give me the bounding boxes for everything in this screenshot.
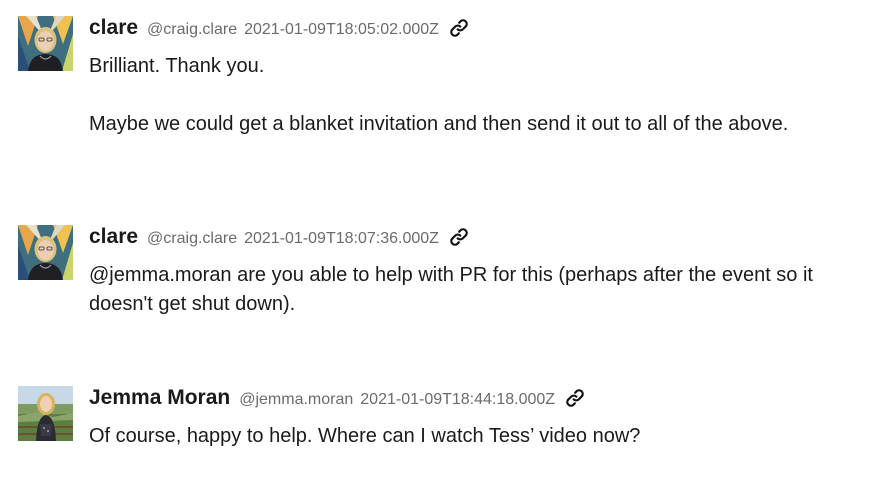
message-item: clare @craig.clare 2021-01-09T18:07:36.0… (18, 225, 868, 319)
author-name[interactable]: clare (89, 225, 138, 249)
message-content: Jemma Moran @jemma.moran 2021-01-09T18:4… (89, 386, 868, 451)
message-header: clare @craig.clare 2021-01-09T18:07:36.0… (89, 225, 868, 249)
avatar-image (18, 386, 73, 441)
avatar-clare[interactable] (18, 16, 73, 71)
message-paragraph: Maybe we could get a blanket invitation … (89, 113, 789, 135)
message-item: clare @craig.clare 2021-01-09T18:05:02.0… (18, 16, 868, 139)
message-paragraph: @jemma.moran are you able to help with P… (89, 264, 813, 315)
message-body: @jemma.moran are you able to help with P… (89, 261, 868, 319)
author-handle[interactable]: @craig.clare (147, 21, 237, 39)
author-handle[interactable]: @craig.clare (147, 230, 237, 248)
link-icon[interactable] (564, 387, 586, 409)
link-icon[interactable] (448, 17, 470, 39)
message-header: Jemma Moran @jemma.moran 2021-01-09T18:4… (89, 386, 868, 410)
message-item: Jemma Moran @jemma.moran 2021-01-09T18:4… (18, 386, 868, 451)
message-content: clare @craig.clare 2021-01-09T18:07:36.0… (89, 225, 868, 319)
avatar-image (18, 225, 73, 280)
message-paragraph: Of course, happy to help. Where can I wa… (89, 425, 641, 447)
message-paragraph: Brilliant. Thank you. (89, 55, 265, 77)
link-icon[interactable] (448, 226, 470, 248)
author-handle[interactable]: @jemma.moran (239, 391, 353, 409)
avatar-clare[interactable] (18, 225, 73, 280)
message-timestamp[interactable]: 2021-01-09T18:05:02.000Z (244, 21, 439, 39)
message-header: clare @craig.clare 2021-01-09T18:05:02.0… (89, 16, 868, 40)
author-name[interactable]: clare (89, 16, 138, 40)
message-body: Of course, happy to help. Where can I wa… (89, 422, 868, 451)
author-name[interactable]: Jemma Moran (89, 386, 230, 410)
message-body: Brilliant. Thank you. Maybe we could get… (89, 52, 868, 139)
avatar-jemma-moran[interactable] (18, 386, 73, 441)
message-timestamp[interactable]: 2021-01-09T18:44:18.000Z (360, 391, 555, 409)
message-feed: clare @craig.clare 2021-01-09T18:05:02.0… (0, 0, 878, 492)
message-content: clare @craig.clare 2021-01-09T18:05:02.0… (89, 16, 868, 139)
avatar-image (18, 16, 73, 71)
message-timestamp[interactable]: 2021-01-09T18:07:36.000Z (244, 230, 439, 248)
